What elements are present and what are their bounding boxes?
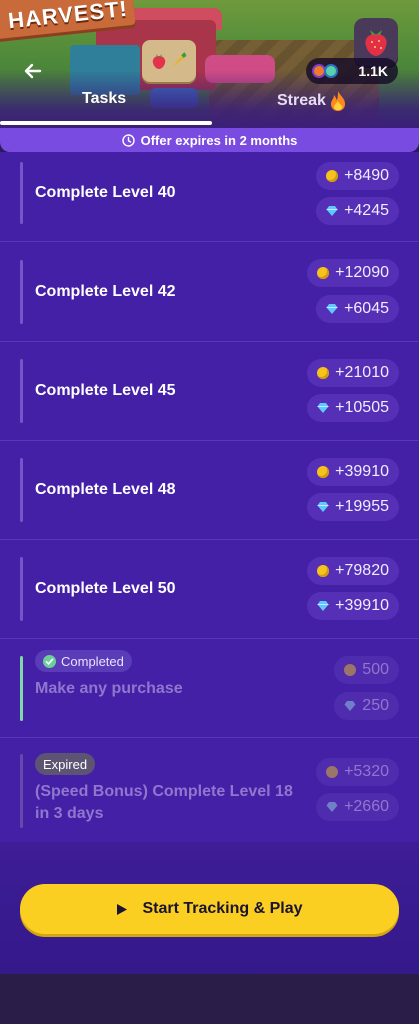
offer-banner: Offer expires in 2 months — [0, 128, 419, 152]
status-badge-expired: Expired — [35, 753, 96, 775]
task-accent-bar — [20, 162, 23, 224]
coin-icon — [317, 267, 330, 279]
gem-reward: +39910 — [307, 592, 399, 620]
coin-icon — [326, 170, 339, 182]
strawberry-icon — [152, 54, 166, 69]
gem-icon — [326, 802, 338, 812]
gem-reward: +19955 — [307, 493, 399, 521]
coin-reward-value: +8490 — [344, 167, 389, 184]
task-row[interactable]: Complete Level 48 +39910 +19955 — [0, 441, 419, 540]
clock-icon — [121, 133, 135, 147]
coin-reward-value: +79820 — [335, 562, 389, 579]
gem-reward-value: +19955 — [335, 498, 389, 515]
gem-reward: 250 — [334, 692, 399, 720]
gem-reward: +4245 — [316, 197, 399, 225]
gem-reward-value: +39910 — [335, 597, 389, 614]
coin-reward: +8490 — [316, 162, 399, 190]
task-title: Complete Level 45 — [35, 382, 176, 399]
coin-reward: +12090 — [307, 259, 399, 287]
coin-reward-value: +39910 — [335, 463, 389, 480]
status-badge-label: Expired — [43, 756, 88, 772]
task-list: Complete Level 40 +8490 +4245 Complete L… — [0, 152, 419, 842]
coin-reward: 500 — [334, 656, 399, 684]
fire-icon — [330, 91, 345, 111]
balance-display: 1.1K — [306, 58, 398, 84]
tab-streak[interactable]: Streak — [277, 90, 348, 112]
task-row[interactable]: Complete Level 50 +79820 +39910 — [0, 540, 419, 639]
gem-icon — [326, 206, 338, 216]
gem-icon — [326, 304, 338, 314]
task-title: Complete Level 40 — [35, 184, 176, 201]
play-icon — [117, 903, 128, 915]
footer: Start Tracking & Play — [0, 842, 419, 974]
task-accent-bar — [20, 260, 23, 324]
coin-reward-value: +5320 — [344, 763, 389, 780]
tab-bar: Tasks Streak — [0, 84, 419, 128]
coin-reward: +79820 — [307, 557, 399, 585]
task-row[interactable]: Complete Level 42 +12090 +6045 — [0, 242, 419, 342]
gem-icon — [317, 502, 329, 512]
coin-reward-value: +21010 — [335, 364, 389, 381]
gem-icon — [344, 701, 356, 711]
coin-reward: +5320 — [316, 758, 399, 786]
gem-reward-value: +6045 — [344, 300, 389, 317]
coin-icon — [344, 664, 357, 676]
coin-icon — [317, 565, 330, 577]
back-arrow-icon — [24, 63, 42, 79]
coin-reward-value: +12090 — [335, 264, 389, 281]
task-accent-bar — [20, 656, 23, 721]
gem-reward-value: +4245 — [344, 202, 389, 219]
task-title-line: in 3 days — [35, 805, 104, 822]
task-row-expired[interactable]: Expired (Speed Bonus) Complete Level 18 … — [0, 738, 419, 842]
coin-reward: +21010 — [307, 359, 399, 387]
coin-reward-value: 500 — [362, 661, 389, 678]
task-accent-bar — [20, 754, 23, 828]
task-row-completed[interactable]: Completed Make any purchase 500 250 — [0, 639, 419, 738]
gem-icon — [317, 601, 329, 611]
strawberry-icon — [365, 30, 387, 56]
task-title: Complete Level 48 — [35, 481, 176, 498]
offer-text: Offer expires in 2 months — [140, 132, 298, 148]
gem-reward: +6045 — [316, 295, 399, 323]
task-accent-bar — [20, 557, 23, 621]
gem-reward-value: +10505 — [335, 399, 389, 416]
task-accent-bar — [20, 458, 23, 522]
currency-chip-icon — [312, 62, 342, 80]
gem-reward-value: +2660 — [344, 798, 389, 815]
gem-reward: +2660 — [316, 793, 399, 821]
coin-reward: +39910 — [307, 458, 399, 486]
task-title: Make any purchase — [35, 680, 183, 697]
task-title: Complete Level 42 — [35, 283, 176, 300]
task-thumbnail — [142, 40, 196, 82]
gem-reward: +10505 — [307, 394, 399, 422]
balance-value: 1.1K — [358, 63, 388, 79]
active-tab-indicator — [0, 121, 212, 125]
status-badge-completed: Completed — [35, 650, 132, 672]
carrot-icon — [172, 52, 187, 67]
task-title: Complete Level 50 — [35, 580, 176, 597]
task-title: (Speed Bonus) Complete Level 18 in 3 day… — [35, 781, 293, 825]
task-row[interactable]: Complete Level 40 +8490 +4245 — [0, 152, 419, 242]
task-row[interactable]: Complete Level 45 +21010 +10505 — [0, 342, 419, 441]
tab-tasks[interactable]: Tasks — [82, 90, 126, 108]
coin-icon — [317, 466, 330, 478]
status-badge-label: Completed — [61, 653, 124, 669]
gem-icon — [317, 403, 329, 413]
coin-icon — [317, 367, 330, 379]
gem-reward-value: 250 — [362, 697, 389, 714]
bottom-inset — [0, 974, 419, 1024]
check-icon — [43, 654, 56, 668]
coin-icon — [326, 766, 339, 778]
start-tracking-button[interactable]: Start Tracking & Play — [20, 884, 399, 934]
task-title-line: (Speed Bonus) Complete Level 18 — [35, 783, 293, 800]
header-banner: HARVEST! 1.1K Tasks Streak — [0, 0, 419, 128]
tab-streak-label: Streak — [277, 92, 326, 109]
start-tracking-label: Start Tracking & Play — [142, 900, 303, 917]
tab-tasks-label: Tasks — [82, 90, 127, 107]
back-button[interactable] — [18, 56, 48, 86]
task-accent-bar — [20, 359, 23, 423]
